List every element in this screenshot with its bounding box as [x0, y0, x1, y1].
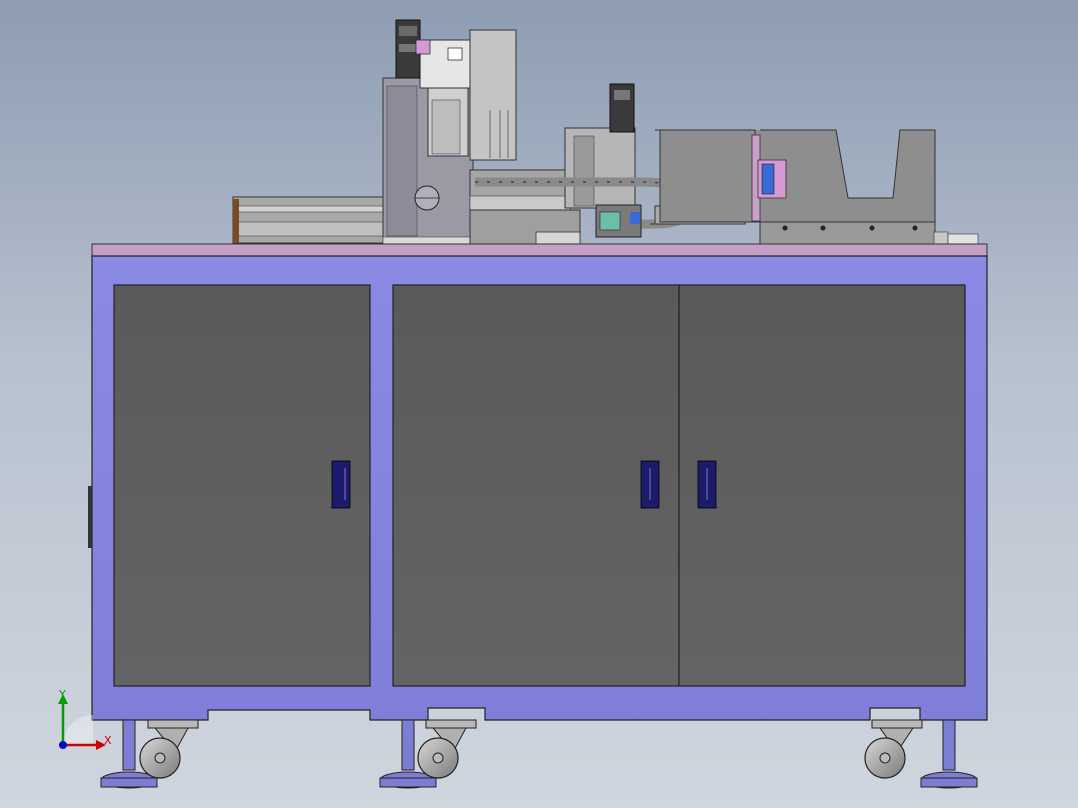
right-door-handle[interactable]	[697, 460, 717, 509]
z-axis-dot	[59, 741, 67, 749]
pink-coupling	[415, 39, 431, 55]
side-motor-housing	[469, 29, 517, 161]
middle-door-handle[interactable]	[640, 460, 660, 509]
caster-right	[864, 719, 923, 779]
machine-assembly	[232, 19, 979, 246]
caster-left	[139, 719, 199, 779]
middle-cabinet-door[interactable]	[392, 284, 680, 687]
leg-right	[920, 719, 978, 789]
cad-viewport[interactable]: Y X	[0, 0, 1078, 808]
x-axis-label: X	[104, 734, 112, 747]
rail-end-cap	[233, 199, 239, 243]
y-axis-label: Y	[58, 688, 66, 701]
left-door-handle[interactable]	[331, 460, 351, 509]
caster-middle	[417, 719, 477, 779]
right-cabinet-door[interactable]	[678, 284, 966, 687]
model-view[interactable]: Y X	[0, 0, 1078, 808]
table-top-plate	[91, 243, 988, 257]
